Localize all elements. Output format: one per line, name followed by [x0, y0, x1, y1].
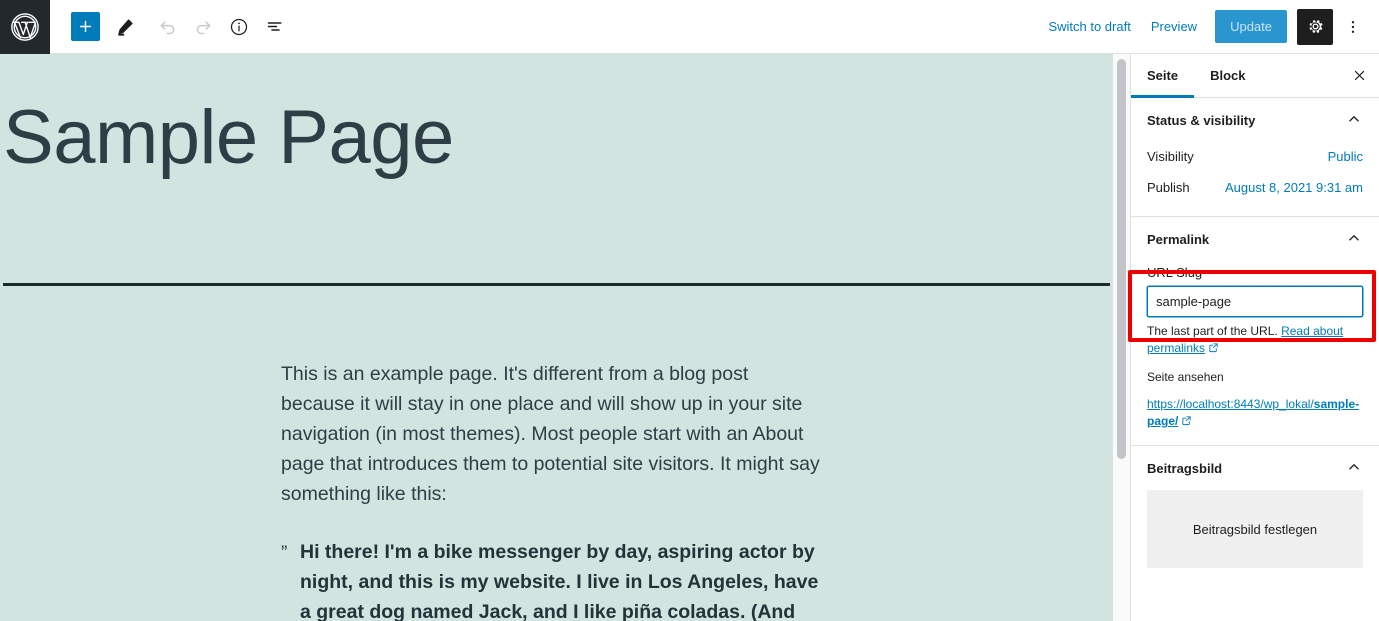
settings-gear-button[interactable] [1297, 8, 1333, 45]
external-link-icon [1208, 341, 1219, 358]
panel-status-visibility-title: Status & visibility [1147, 112, 1256, 128]
editor-canvas[interactable]: Sample Page This is an example page. It'… [0, 54, 1113, 621]
permalink-help-text: The last part of the URL. Read about per… [1147, 323, 1363, 358]
more-options-button[interactable] [1337, 9, 1369, 45]
canvas-scrollbar[interactable] [1113, 54, 1130, 621]
url-slug-label: URL Slug [1147, 265, 1203, 280]
panel-permalink: Permalink URL Slug The last part of the … [1131, 217, 1379, 446]
visibility-value-button[interactable]: Public [1328, 149, 1363, 164]
publish-date-button[interactable]: August 8, 2021 9:31 am [1225, 180, 1363, 195]
settings-sidebar: Seite Block Status & visibility Visibili… [1130, 54, 1379, 621]
wordpress-block-editor: Switch to draft Preview Update Sample Pa… [0, 0, 1379, 621]
row-publish: Publish August 8, 2021 9:31 am [1147, 173, 1363, 204]
panel-featured-image-title: Beitragsbild [1147, 460, 1223, 476]
panel-featured-image-header[interactable]: Beitragsbild [1147, 446, 1363, 490]
wordpress-logo-icon[interactable] [0, 0, 50, 54]
update-button[interactable]: Update [1215, 10, 1287, 43]
undo-button[interactable] [149, 9, 185, 45]
chevron-up-icon[interactable] [1345, 458, 1363, 479]
panel-status-visibility: Status & visibility Visibility Public Pu… [1131, 98, 1379, 217]
permalink-url-link[interactable]: https://localhost:8443/wp_lokal/sample-p… [1147, 397, 1359, 428]
editor-tools-group [71, 9, 293, 45]
tools-button[interactable] [107, 9, 143, 45]
canvas-scrollbar-thumb[interactable] [1117, 59, 1126, 459]
quote-mark-icon: ” [281, 543, 288, 564]
panel-permalink-title: Permalink [1147, 231, 1210, 247]
tab-seite[interactable]: Seite [1131, 54, 1195, 98]
row-visibility: Visibility Public [1147, 142, 1363, 173]
paragraph-block[interactable]: This is an example page. It's different … [281, 359, 826, 509]
set-featured-image-button[interactable]: Beitragsbild festlegen [1147, 490, 1363, 568]
external-link-icon [1181, 414, 1192, 431]
tab-block[interactable]: Block [1194, 54, 1261, 97]
permalink-help-prefix: The last part of the URL. [1147, 324, 1278, 338]
list-view-button[interactable] [257, 9, 293, 45]
quote-text[interactable]: Hi there! I'm a bike messenger by day, a… [300, 537, 826, 621]
preview-button[interactable]: Preview [1141, 13, 1207, 40]
panel-permalink-header[interactable]: Permalink [1147, 217, 1363, 261]
panel-featured-image: Beitragsbild Beitragsbild festlegen [1131, 446, 1379, 568]
panel-status-visibility-header[interactable]: Status & visibility [1147, 98, 1363, 142]
editor-top-bar: Switch to draft Preview Update [0, 0, 1379, 54]
add-block-button[interactable] [71, 12, 100, 41]
top-bar-actions: Switch to draft Preview Update [1038, 8, 1379, 45]
details-button[interactable] [221, 9, 257, 45]
quote-block[interactable]: ” Hi there! I'm a bike messenger by day,… [281, 537, 826, 621]
page-title[interactable]: Sample Page [3, 100, 454, 176]
switch-to-draft-button[interactable]: Switch to draft [1038, 13, 1140, 40]
title-separator-rule [3, 283, 1110, 286]
url-slug-input[interactable] [1147, 286, 1363, 317]
visibility-label: Visibility [1147, 149, 1194, 164]
chevron-up-icon[interactable] [1345, 110, 1363, 131]
redo-button[interactable] [185, 9, 221, 45]
permalink-url-wrap: https://localhost:8443/wp_lokal/sample-p… [1147, 396, 1363, 431]
permalink-url-prefix: https://localhost:8443/wp_lokal/ [1147, 397, 1314, 411]
editor-content-column: This is an example page. It's different … [281, 359, 826, 621]
permalink-body: URL Slug The last part of the URL. Read … [1147, 265, 1363, 445]
close-sidebar-icon[interactable] [1339, 54, 1379, 97]
sidebar-tabs: Seite Block [1131, 54, 1379, 98]
publish-label: Publish [1147, 180, 1190, 195]
chevron-up-icon[interactable] [1345, 229, 1363, 250]
view-page-label: Seite ansehen [1147, 370, 1224, 384]
